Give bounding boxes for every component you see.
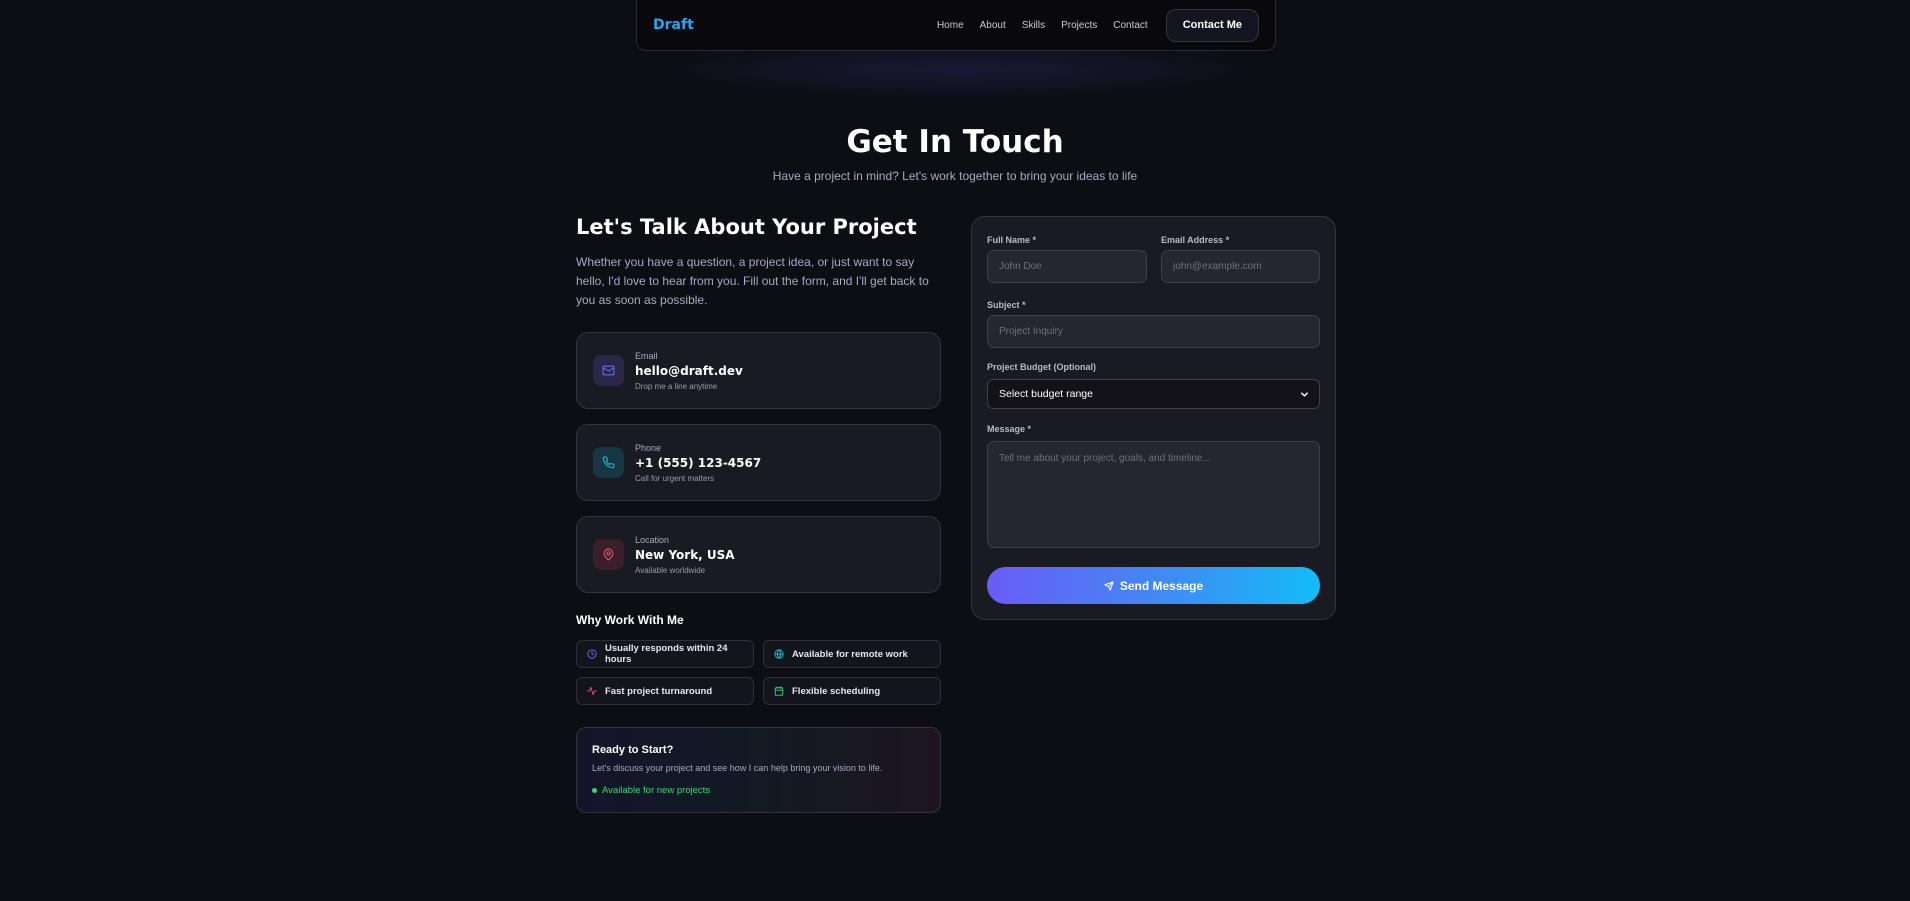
- availability-text: Available for new projects: [602, 785, 711, 796]
- budget-label: Project Budget (Optional): [987, 362, 1096, 372]
- subject-label: Subject *: [987, 300, 1026, 310]
- contact-card-text: Phone +1 (555) 123-4567 Call for urgent …: [635, 443, 761, 483]
- why-heading: Why Work With Me: [576, 613, 684, 627]
- message-label: Message *: [987, 424, 1032, 434]
- contact-card-email[interactable]: Email hello@draft.dev Drop me a line any…: [576, 332, 941, 409]
- email-label: Email Address *: [1161, 235, 1230, 245]
- why-item-text: Fast project turnaround: [605, 685, 713, 697]
- status-dot-icon: [592, 788, 597, 793]
- send-icon: [1104, 580, 1114, 591]
- map-pin-icon: [593, 539, 624, 570]
- phone-icon: [593, 447, 624, 478]
- budget-selected-value: Select budget range: [999, 388, 1093, 400]
- ready-card: Ready to Start? Let's discuss your proje…: [576, 727, 941, 813]
- zap-icon: [587, 686, 597, 696]
- why-item-text: Flexible scheduling: [792, 685, 881, 697]
- calendar-icon: [774, 686, 784, 696]
- why-item-response: Usually responds within 24 hours: [576, 640, 754, 668]
- page-title: Get In Touch: [846, 124, 1064, 160]
- contact-value: +1 (555) 123-4567: [635, 455, 762, 470]
- contact-form: Full Name * Email Address * Subject * Pr…: [971, 216, 1336, 620]
- nav-link-contact[interactable]: Contact: [1113, 20, 1147, 31]
- why-item-scheduling: Flexible scheduling: [763, 677, 941, 705]
- contact-card-location[interactable]: Location New York, USA Available worldwi…: [576, 516, 941, 593]
- subject-input[interactable]: [987, 315, 1320, 348]
- page-subtitle: Have a project in mind? Let's work toget…: [772, 169, 1138, 183]
- ready-description: Let's discuss your project and see how I…: [592, 763, 883, 773]
- nav-links: Home About Skills Projects Contact: [937, 20, 1148, 31]
- ready-title: Ready to Start?: [592, 744, 674, 756]
- contact-note: Drop me a line anytime: [635, 381, 718, 391]
- nav-right: Home About Skills Projects Contact Conta…: [937, 8, 1259, 42]
- message-textarea[interactable]: [987, 441, 1320, 548]
- intro-description: Whether you have a question, a project i…: [576, 255, 929, 307]
- mail-icon: [593, 355, 624, 386]
- brand-logo[interactable]: Draft: [653, 17, 694, 33]
- why-item-turnaround: Fast project turnaround: [576, 677, 754, 705]
- email-input[interactable]: [1161, 250, 1320, 283]
- nav-link-home[interactable]: Home: [937, 20, 964, 31]
- contact-note: Available worldwide: [635, 565, 706, 575]
- send-message-button[interactable]: Send Message: [987, 567, 1320, 604]
- contact-note: Call for urgent matters: [635, 473, 715, 483]
- nav-link-about[interactable]: About: [980, 20, 1006, 31]
- intro-heading: Let's Talk About Your Project: [576, 215, 917, 239]
- why-item-remote: Available for remote work: [763, 640, 941, 668]
- full-name-input[interactable]: [987, 250, 1147, 283]
- contact-card-phone[interactable]: Phone +1 (555) 123-4567 Call for urgent …: [576, 424, 941, 501]
- send-message-label: Send Message: [1119, 578, 1204, 593]
- contact-label: Phone: [635, 442, 662, 453]
- nav-link-skills[interactable]: Skills: [1022, 20, 1045, 31]
- contact-card-text: Location New York, USA Available worldwi…: [635, 535, 735, 575]
- intro-section: Let's Talk About Your Project Whether yo…: [576, 215, 941, 310]
- contact-value: New York, USA: [635, 547, 735, 562]
- full-name-label: Full Name *: [987, 235, 1037, 245]
- contact-me-button[interactable]: Contact Me: [1165, 8, 1259, 42]
- availability-status: Available for new projects: [592, 785, 925, 796]
- contact-label: Location: [635, 534, 670, 545]
- clock-icon: [587, 649, 597, 659]
- why-item-text: Usually responds within 24 hours: [605, 643, 728, 665]
- why-item-text: Available for remote work: [792, 648, 908, 660]
- top-navbar: Draft Home About Skills Projects Contact…: [636, 0, 1276, 51]
- contact-card-text: Email hello@draft.dev Drop me a line any…: [635, 351, 743, 391]
- contact-value: hello@draft.dev: [635, 363, 743, 378]
- globe-icon: [774, 649, 784, 659]
- budget-select[interactable]: Select budget range: [987, 379, 1320, 409]
- nav-link-projects[interactable]: Projects: [1061, 20, 1097, 31]
- contact-label: Email: [635, 350, 658, 361]
- chevron-down-icon: [1299, 389, 1310, 400]
